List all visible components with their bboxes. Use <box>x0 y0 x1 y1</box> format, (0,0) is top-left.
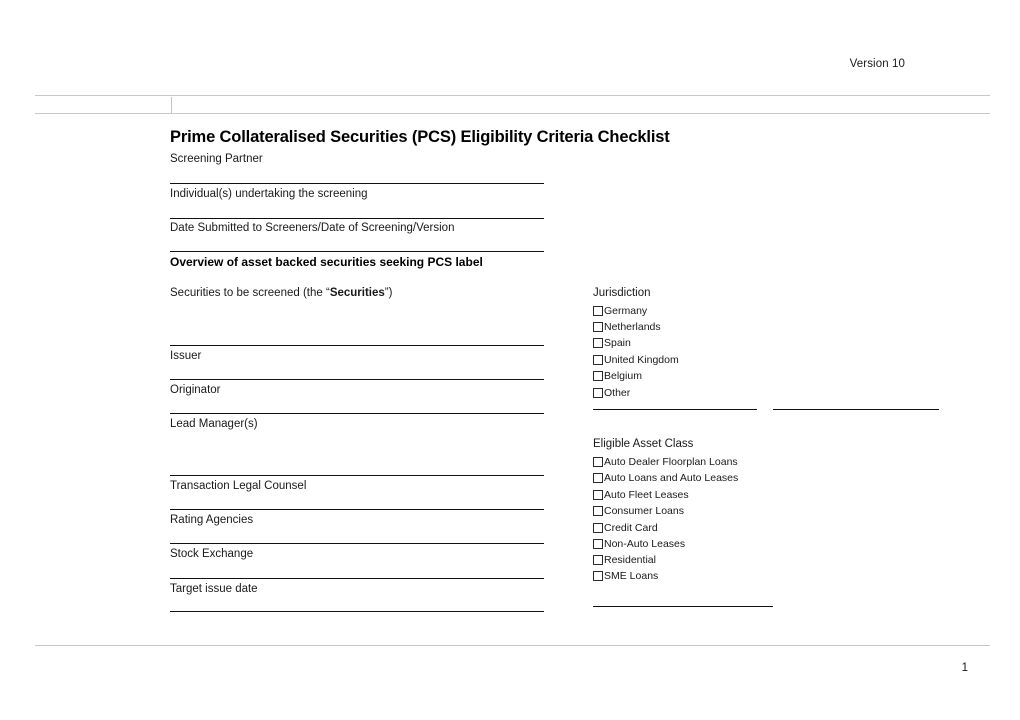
form-rule-9 <box>170 543 544 544</box>
checkbox-row-jurisdiction-germany[interactable]: Germany <box>593 306 647 317</box>
checkbox-row-asset-residential[interactable]: Residential <box>593 555 656 566</box>
form-rule-4 <box>170 345 544 346</box>
footer-divider <box>35 645 990 646</box>
checkbox-row-jurisdiction-belgium[interactable]: Belgium <box>593 371 642 382</box>
section-heading-overview: Overview of asset backed securities seek… <box>170 255 483 269</box>
jurisdiction-writein-rule-2 <box>773 409 939 410</box>
checkbox-label: United Kingdom <box>604 354 679 366</box>
page-number: 1 <box>961 662 968 674</box>
field-label-issuer: Issuer <box>170 350 202 362</box>
field-label-stock-exchange: Stock Exchange <box>170 548 254 560</box>
securities-label-suffix: ”) <box>384 287 393 299</box>
checkbox-icon[interactable] <box>593 457 603 468</box>
securities-label-emphasis: Securities <box>329 287 385 299</box>
field-label-transaction-legal-counsel: Transaction Legal Counsel <box>170 480 307 492</box>
checkbox-label: Belgium <box>604 370 642 382</box>
field-label-originator: Originator <box>170 384 221 396</box>
checkbox-icon[interactable] <box>593 322 603 333</box>
form-rule-10 <box>170 578 544 579</box>
checkbox-label: Credit Card <box>604 522 658 534</box>
checkbox-row-jurisdiction-united-kingdom[interactable]: United Kingdom <box>593 355 679 366</box>
checkbox-label: SME Loans <box>604 570 659 582</box>
field-label-rating-agencies: Rating Agencies <box>170 514 254 526</box>
form-rule-1 <box>170 183 544 184</box>
document-page: Version 10 Prime Collateralised Securiti… <box>0 0 1020 720</box>
checkbox-icon[interactable] <box>593 306 603 317</box>
form-rule-7 <box>170 475 544 476</box>
checkbox-row-jurisdiction-netherlands[interactable]: Netherlands <box>593 322 661 333</box>
field-label-target-issue-date: Target issue date <box>170 583 258 595</box>
checkbox-icon[interactable] <box>593 523 603 534</box>
checkbox-icon[interactable] <box>593 506 603 517</box>
checkbox-label: Consumer Loans <box>604 505 684 517</box>
checkbox-icon[interactable] <box>593 388 603 399</box>
checkbox-row-asset-non-auto-leases[interactable]: Non-Auto Leases <box>593 539 685 550</box>
securities-label-prefix: Securities to be screened (the “ <box>170 287 330 299</box>
form-rule-6 <box>170 413 544 414</box>
form-rule-5 <box>170 379 544 380</box>
checkbox-label: Spain <box>604 337 631 349</box>
page-subtitle: Screening Partner <box>170 153 263 165</box>
checkbox-icon[interactable] <box>593 355 603 366</box>
checkbox-row-asset-auto-fleet-leases[interactable]: Auto Fleet Leases <box>593 490 689 501</box>
checkbox-label: Residential <box>604 554 656 566</box>
document-version: Version 10 <box>849 58 905 70</box>
checkbox-label: Germany <box>604 305 648 317</box>
header-table-column-divider <box>171 97 172 114</box>
checkbox-row-asset-auto-loans-and-auto-leases[interactable]: Auto Loans and Auto Leases <box>593 473 738 484</box>
checkbox-row-asset-credit-card[interactable]: Credit Card <box>593 523 658 534</box>
checkbox-icon[interactable] <box>593 539 603 550</box>
checkbox-icon[interactable] <box>593 571 603 582</box>
checkbox-label: Other <box>604 387 631 399</box>
checkbox-label: Auto Dealer Floorplan Loans <box>604 456 738 468</box>
checkbox-icon[interactable] <box>593 371 603 382</box>
checkbox-icon[interactable] <box>593 490 603 501</box>
field-label-date-submitted: Date Submitted to Screeners/Date of Scre… <box>170 222 455 234</box>
field-label-lead-managers: Lead Manager(s) <box>170 418 258 430</box>
checkbox-label: Auto Fleet Leases <box>604 489 689 501</box>
header-table <box>35 95 990 114</box>
checkbox-row-jurisdiction-spain[interactable]: Spain <box>593 338 631 349</box>
page-title: Prime Collateralised Securities (PCS) El… <box>170 128 670 146</box>
checkbox-row-asset-auto-dealer-floorplan-loans[interactable]: Auto Dealer Floorplan Loans <box>593 457 738 468</box>
checkbox-icon[interactable] <box>593 555 603 566</box>
form-rule-11 <box>170 611 544 612</box>
jurisdiction-writein-rule-1 <box>593 409 757 410</box>
checkbox-label: Non-Auto Leases <box>604 538 686 550</box>
checkbox-row-jurisdiction-other[interactable]: Other <box>593 388 630 399</box>
group-title-eligible-asset-class: Eligible Asset Class <box>593 438 694 450</box>
field-label-individuals: Individual(s) undertaking the screening <box>170 188 368 200</box>
asset-class-writein-rule <box>593 606 773 607</box>
form-rule-2 <box>170 218 544 219</box>
checkbox-icon[interactable] <box>593 473 603 484</box>
checkbox-row-asset-sme-loans[interactable]: SME Loans <box>593 571 658 582</box>
checkbox-label: Netherlands <box>604 321 661 333</box>
field-label-securities-to-be-screened: Securities to be screened (the “Securiti… <box>170 287 392 299</box>
checkbox-label: Auto Loans and Auto Leases <box>604 472 739 484</box>
group-title-jurisdiction: Jurisdiction <box>593 287 651 299</box>
form-rule-8 <box>170 509 544 510</box>
checkbox-row-asset-consumer-loans[interactable]: Consumer Loans <box>593 506 684 517</box>
form-rule-3 <box>170 251 544 252</box>
checkbox-icon[interactable] <box>593 338 603 349</box>
